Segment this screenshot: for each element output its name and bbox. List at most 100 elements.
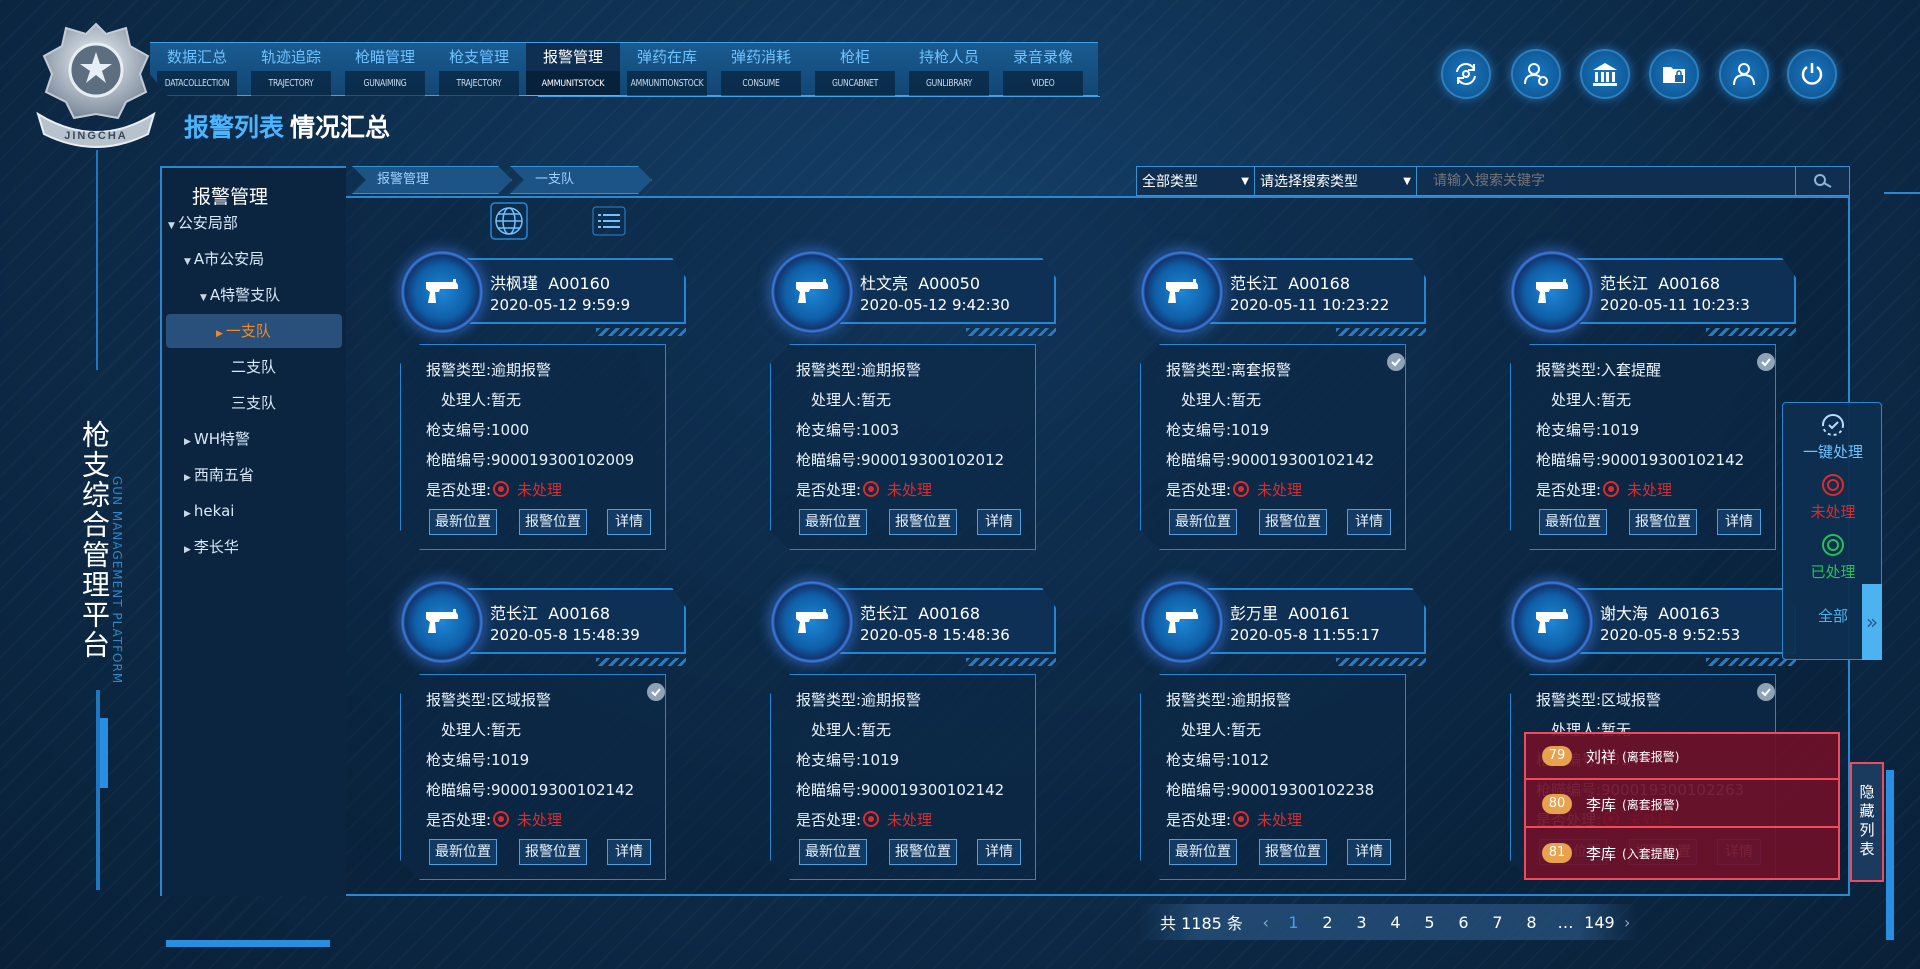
detail-button[interactable]: 详情 bbox=[1347, 509, 1391, 535]
nav-item-4[interactable]: 报警管理 AMMUNITSTOCK bbox=[526, 43, 620, 96]
filter-unprocessed[interactable]: 未处理 bbox=[1783, 473, 1883, 522]
alarm-location-button[interactable]: 报警位置 bbox=[519, 839, 587, 865]
detail-button[interactable]: 详情 bbox=[977, 509, 1021, 535]
tree-item-7[interactable]: ▶ 西南五省 bbox=[162, 458, 346, 492]
handler-value: 暂无 bbox=[491, 721, 522, 739]
latest-location-button[interactable]: 最新位置 bbox=[1539, 509, 1607, 535]
nav-item-8[interactable]: 持枪人员 GUNLIBRARY bbox=[902, 43, 996, 96]
card-person: 范长江 A00168 bbox=[1230, 270, 1350, 294]
nav-item-5[interactable]: 弹药在库 AMMUNITIONSTOCK bbox=[620, 43, 714, 96]
collapse-panel-tab[interactable]: » bbox=[1862, 584, 1882, 660]
nav-item-9[interactable]: 录音录像 VIDEO bbox=[996, 43, 1090, 96]
type-select[interactable]: 全部类型 ▼ bbox=[1137, 167, 1255, 195]
tree-item-8[interactable]: ▶ hekai bbox=[162, 494, 346, 528]
search-field-select[interactable]: 请选择搜索类型 ▼ bbox=[1255, 167, 1417, 195]
search-button[interactable] bbox=[1795, 167, 1849, 195]
next-page-button[interactable]: › bbox=[1616, 913, 1638, 932]
row-alarm-type: 报警类型:逾期报警 bbox=[779, 689, 921, 710]
nav-item-6[interactable]: 弹药消耗 CONSUME bbox=[714, 43, 808, 96]
detail-button[interactable]: 详情 bbox=[977, 839, 1021, 865]
latest-location-button[interactable]: 最新位置 bbox=[799, 509, 867, 535]
latest-location-button[interactable]: 最新位置 bbox=[429, 509, 497, 535]
check-circle-icon[interactable] bbox=[1757, 353, 1775, 371]
alarm-location-button[interactable]: 报警位置 bbox=[1259, 509, 1327, 535]
folder-lock-icon[interactable] bbox=[1649, 49, 1699, 99]
check-circle-icon[interactable] bbox=[647, 683, 665, 701]
hide-list-button[interactable]: 隐藏列表 bbox=[1850, 762, 1884, 882]
field-label: 是否处理: bbox=[795, 481, 861, 499]
nav-item-2[interactable]: 枪瞄管理 GUNAIMING bbox=[338, 43, 432, 96]
deco-bar-left bbox=[100, 718, 108, 788]
page-button[interactable]: 7 bbox=[1480, 913, 1514, 932]
tree-item-6[interactable]: ▶ WH特警 bbox=[162, 422, 346, 456]
latest-location-button[interactable]: 最新位置 bbox=[429, 839, 497, 865]
tree-item-3[interactable]: ▶ 一支队 bbox=[166, 314, 342, 348]
card-body: 报警类型:离套报警 处理人:暂无 枪支编号:1019 枪瞄编号:90001930010… bbox=[1140, 344, 1406, 550]
page-button[interactable]: 6 bbox=[1446, 913, 1480, 932]
card-header: 范长江 A00168 2020-05-8 15:48:36 bbox=[826, 588, 1056, 654]
alert-row[interactable]: 80 李库 (离套报警) bbox=[1526, 782, 1838, 828]
detail-button[interactable]: 详情 bbox=[607, 509, 651, 535]
one-click-process-button[interactable]: 一键处理 bbox=[1783, 413, 1883, 462]
alarm-card: 范长江 A00168 2020-05-11 10:23:3 报警类型:入套提醒 处理人… bbox=[1510, 250, 1796, 555]
page-button[interactable]: 5 bbox=[1412, 913, 1446, 932]
alarm-location-button[interactable]: 报警位置 bbox=[889, 839, 957, 865]
pistol-icon bbox=[1140, 250, 1224, 334]
card-person: 杜文亮 A00050 bbox=[860, 270, 980, 294]
tree-item-9[interactable]: ▶ 李长华 bbox=[162, 530, 346, 564]
check-circle-icon[interactable] bbox=[1757, 683, 1775, 701]
prev-page-button[interactable]: ‹ bbox=[1255, 913, 1277, 932]
search-input[interactable] bbox=[1417, 167, 1795, 195]
filter-processed[interactable]: 已处理 bbox=[1783, 533, 1883, 582]
breadcrumb-item-alarm-management[interactable]: 报警管理 bbox=[352, 166, 512, 194]
latest-location-button[interactable]: 最新位置 bbox=[1169, 509, 1237, 535]
user-icon[interactable] bbox=[1719, 49, 1769, 99]
detail-button[interactable]: 详情 bbox=[1347, 839, 1391, 865]
power-icon[interactable] bbox=[1787, 49, 1837, 99]
nav-item-7[interactable]: 枪柜 GUNCABNET bbox=[808, 43, 902, 96]
alarm-location-button[interactable]: 报警位置 bbox=[519, 509, 587, 535]
sync-icon[interactable] bbox=[1441, 49, 1491, 99]
globe-view-icon[interactable] bbox=[490, 202, 528, 240]
platform-subtitle: GUN MANAGEMENT PLATFORM bbox=[110, 476, 124, 685]
page-button[interactable]: 4 bbox=[1378, 913, 1412, 932]
page-button[interactable]: 8 bbox=[1514, 913, 1548, 932]
nav-item-3[interactable]: 枪支管理 TRAJECTORY bbox=[432, 43, 526, 96]
alarm-location-button[interactable]: 报警位置 bbox=[1259, 839, 1327, 865]
check-circle-icon[interactable] bbox=[1387, 353, 1405, 371]
card-header: 范长江 A00168 2020-05-8 15:48:39 bbox=[456, 588, 686, 654]
person-name: 洪枫瑾 bbox=[490, 274, 539, 293]
nav-item-0[interactable]: 数据汇总 DATACOLLECTION bbox=[150, 43, 244, 96]
list-view-icon[interactable] bbox=[590, 202, 628, 240]
tree-item-4[interactable]: 二支队 bbox=[162, 350, 346, 384]
alarm-location-button[interactable]: 报警位置 bbox=[1629, 509, 1697, 535]
breadcrumb-item-first-detachment[interactable]: 一支队 bbox=[510, 166, 652, 194]
status-value: 未处理 bbox=[887, 481, 933, 499]
tree-item-2[interactable]: ▼ A特警支队 bbox=[162, 278, 346, 312]
alert-row[interactable]: 81 李库 (入套提醒) bbox=[1526, 830, 1838, 876]
alarm-time: 2020-05-11 10:23:3 bbox=[1600, 296, 1750, 314]
nav-item-1[interactable]: 轨迹追踪 TRAJECTORY bbox=[244, 43, 338, 96]
bank-icon[interactable] bbox=[1580, 49, 1630, 99]
page-button[interactable]: 3 bbox=[1344, 913, 1378, 932]
detail-button[interactable]: 详情 bbox=[1717, 509, 1761, 535]
tree-item-1[interactable]: ▼ A市公安局 bbox=[162, 242, 346, 276]
user-settings-icon[interactable] bbox=[1511, 49, 1561, 99]
page-button[interactable]: 1 bbox=[1276, 913, 1310, 932]
status-value: 未处理 bbox=[1257, 481, 1303, 499]
status-value: 未处理 bbox=[1257, 811, 1303, 829]
card-stripe-decoration bbox=[1706, 658, 1796, 666]
alert-row[interactable]: 79 刘祥 (离套报警) bbox=[1526, 734, 1838, 780]
row-gun-no: 枪支编号:1019 bbox=[779, 749, 899, 770]
latest-location-button[interactable]: 最新位置 bbox=[799, 839, 867, 865]
latest-location-button[interactable]: 最新位置 bbox=[1169, 839, 1237, 865]
detail-button[interactable]: 详情 bbox=[607, 839, 651, 865]
alert-person: 李库 bbox=[1586, 844, 1617, 863]
page-button[interactable]: 2 bbox=[1310, 913, 1344, 932]
page-button[interactable]: 149 bbox=[1582, 913, 1616, 932]
tree-item-5[interactable]: 三支队 bbox=[162, 386, 346, 420]
unprocessed-status-icon bbox=[1233, 811, 1249, 827]
alarm-time: 2020-05-8 11:55:17 bbox=[1230, 626, 1380, 644]
tree-item-0[interactable]: ▼ 公安局部 bbox=[162, 206, 346, 240]
alarm-location-button[interactable]: 报警位置 bbox=[889, 509, 957, 535]
